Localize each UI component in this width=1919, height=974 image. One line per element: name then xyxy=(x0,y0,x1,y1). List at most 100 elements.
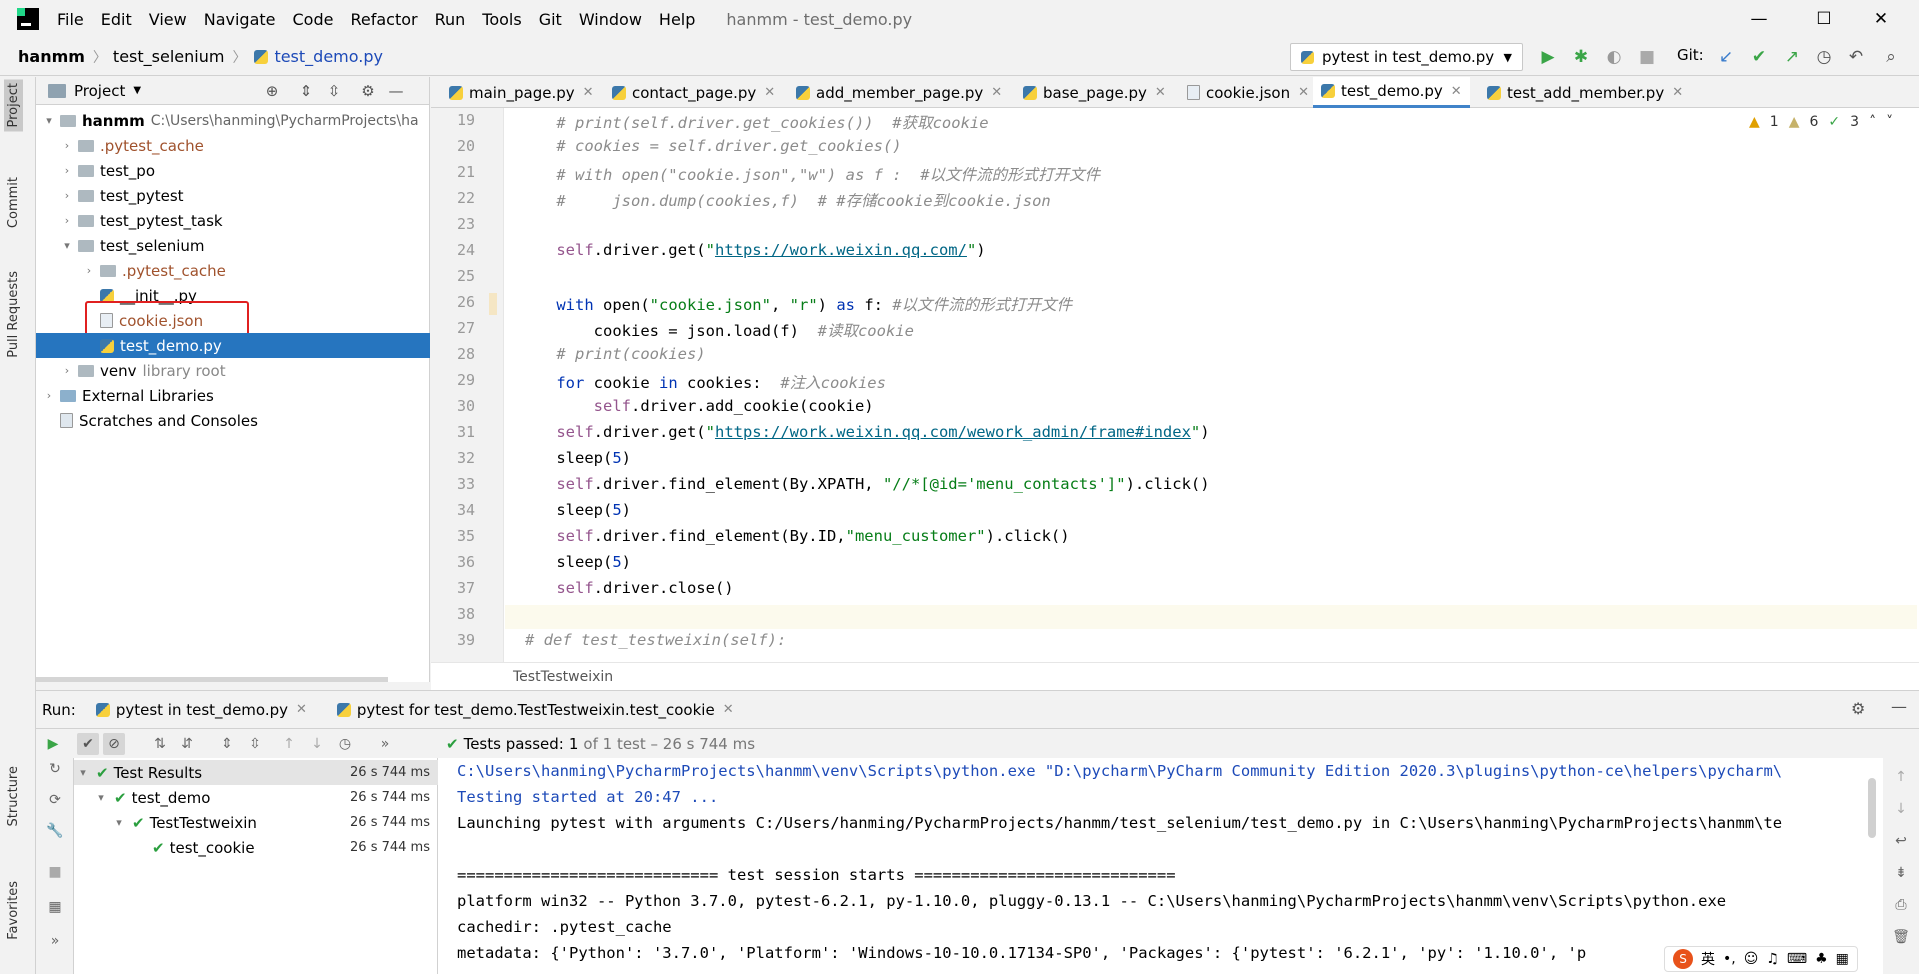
tree-item-pytest-cache[interactable]: › .pytest_cache xyxy=(36,133,430,158)
punctuation-icon[interactable]: •, xyxy=(1723,951,1736,967)
menu-help[interactable]: Help xyxy=(657,8,697,31)
menu-file[interactable]: File xyxy=(55,8,86,31)
rerun-failed-icon[interactable]: ↻ xyxy=(44,758,66,780)
console-output[interactable]: C:\Users\hanming\PycharmProjects\hanmm\v… xyxy=(438,758,1883,974)
print-icon[interactable]: ⎙ xyxy=(1890,894,1912,916)
settings-gear-icon[interactable]: ⚙ xyxy=(358,81,378,101)
tab-test-add-member[interactable]: test_add_member.py ✕ xyxy=(1479,77,1691,108)
locate-file-icon[interactable]: ⊕ xyxy=(262,81,282,101)
git-update-icon[interactable]: ↙ xyxy=(1715,46,1737,68)
tab-test-demo[interactable]: test_demo.py ✕ xyxy=(1313,77,1470,108)
show-ignored-icon[interactable]: ⊘ xyxy=(103,733,125,755)
keyboard-icon[interactable]: ⌨ xyxy=(1787,951,1807,967)
code-line[interactable]: for cookie in cookies: #注入cookies xyxy=(519,371,886,393)
code-line[interactable]: with open("cookie.json", "r") as f: #以文件… xyxy=(519,293,1072,315)
code-line[interactable]: self.driver.add_cookie(cookie) xyxy=(519,397,874,415)
tree-item-pytest-cache-nested[interactable]: › .pytest_cache xyxy=(36,258,430,283)
code-line[interactable]: # cookies = self.driver.get_cookies() xyxy=(519,137,901,155)
close-tab-icon[interactable]: ✕ xyxy=(583,85,594,100)
more-actions-icon[interactable]: » xyxy=(44,930,66,952)
code-line[interactable]: # def test_testweixin(self): xyxy=(525,631,786,649)
tree-item-external-libraries[interactable]: › External Libraries xyxy=(36,383,430,408)
run-tab-pytest-in-test-demo[interactable]: pytest in test_demo.py ✕ xyxy=(95,701,307,719)
code-breadcrumb-class[interactable]: TestTestweixin xyxy=(513,669,613,685)
skin-icon[interactable]: ♣ xyxy=(1815,951,1828,967)
git-rollback-icon[interactable]: ↶ xyxy=(1845,46,1867,68)
collapse-all-icon[interactable]: ⇳ xyxy=(324,81,344,101)
tab-add-member-page[interactable]: add_member_page.py ✕ xyxy=(788,77,1010,108)
collapsed-arrow-icon[interactable]: › xyxy=(60,364,74,377)
run-tab-pytest-for-test-cookie[interactable]: pytest for test_demo.TestTestweixin.test… xyxy=(336,701,734,719)
stop-icon[interactable]: ■ xyxy=(44,861,66,883)
tab-main-page[interactable]: main_page.py ✕ xyxy=(441,77,602,108)
search-everywhere-icon[interactable]: ⌕ xyxy=(1880,46,1902,68)
git-commit-icon[interactable]: ✔ xyxy=(1748,46,1770,68)
breadcrumb-file[interactable]: test_demo.py xyxy=(274,47,383,66)
code-line[interactable]: # print(cookies) xyxy=(519,345,705,363)
collapsed-arrow-icon[interactable]: › xyxy=(60,214,74,227)
collapsed-arrow-icon[interactable]: › xyxy=(42,389,56,402)
tree-item-scratches[interactable]: Scratches and Consoles xyxy=(36,408,430,433)
menu-view[interactable]: View xyxy=(147,8,189,31)
breadcrumb-folder[interactable]: test_selenium xyxy=(113,47,225,66)
inspection-widget[interactable]: ▲ 1 ▲ 6 ✓ 3 ˄ ˅ xyxy=(1749,114,1893,130)
code-line[interactable]: sleep(5) xyxy=(519,501,631,519)
code-line[interactable]: sleep(5) xyxy=(519,449,631,467)
git-history-icon[interactable]: ◷ xyxy=(1813,46,1835,68)
close-tab-icon[interactable]: ✕ xyxy=(296,702,307,717)
tool-tab-pull-requests[interactable]: Pull Requests xyxy=(4,267,23,362)
collapse-all-icon[interactable]: ⇳ xyxy=(244,733,266,755)
code-area[interactable]: # print(self.driver.get_cookies()) #获取co… xyxy=(505,108,1885,662)
menu-navigate[interactable]: Navigate xyxy=(202,8,278,31)
microphone-icon[interactable]: ♫ xyxy=(1766,951,1779,967)
code-line[interactable]: self.driver.find_element(By.XPATH, "//*[… xyxy=(519,475,1209,493)
tree-item-test-selenium[interactable]: ▾ test_selenium xyxy=(36,233,430,258)
result-row-test-demo[interactable]: ▾ ✔ test_demo 26 s 744 ms xyxy=(74,785,438,810)
close-tab-icon[interactable]: ✕ xyxy=(991,85,1002,100)
more-actions-icon[interactable]: » xyxy=(374,733,396,755)
tab-base-page[interactable]: base_page.py ✕ xyxy=(1015,77,1174,108)
ime-language-label[interactable]: 英 xyxy=(1701,949,1715,969)
result-row-test-results[interactable]: ▾ ✔ Test Results 26 s 744 ms xyxy=(74,760,438,785)
expanded-arrow-icon[interactable]: ▾ xyxy=(94,791,108,804)
clear-all-icon[interactable]: 🗑 xyxy=(1890,926,1912,948)
expanded-arrow-icon[interactable]: ▾ xyxy=(60,239,74,252)
soft-wrap-icon[interactable]: ↩ xyxy=(1890,830,1912,852)
collapsed-arrow-icon[interactable]: › xyxy=(60,139,74,152)
close-tab-icon[interactable]: ✕ xyxy=(1155,85,1166,100)
console-scrollbar[interactable] xyxy=(1868,778,1876,838)
expanded-arrow-icon[interactable]: ▾ xyxy=(76,766,90,779)
menu-refactor[interactable]: Refactor xyxy=(348,8,419,31)
rerun-icon[interactable]: ▶ xyxy=(42,733,64,755)
coverage-icon[interactable]: ◐ xyxy=(1603,46,1625,68)
close-tab-icon[interactable]: ✕ xyxy=(764,85,775,100)
code-line[interactable]: sleep(5) xyxy=(519,553,631,571)
breadcrumb-project[interactable]: hanmm xyxy=(18,47,85,66)
tool-tab-commit[interactable]: Commit xyxy=(4,173,23,232)
expanded-arrow-icon[interactable]: ▾ xyxy=(112,816,126,829)
wrench-icon[interactable]: 🔧 xyxy=(44,820,66,842)
expanded-arrow-icon[interactable]: ▾ xyxy=(42,114,56,127)
run-icon[interactable]: ▶ xyxy=(1537,46,1559,68)
tree-item-venv[interactable]: › venv library root xyxy=(36,358,430,383)
menu-run[interactable]: Run xyxy=(433,8,468,31)
tree-item-test-demo-py[interactable]: test_demo.py xyxy=(36,333,430,358)
tree-item-test-po[interactable]: › test_po xyxy=(36,158,430,183)
layout-icon[interactable]: ▦ xyxy=(44,896,66,918)
stop-icon[interactable]: ■ xyxy=(1636,46,1658,68)
settings-gear-icon[interactable]: ⚙ xyxy=(1851,699,1865,718)
collapsed-arrow-icon[interactable]: › xyxy=(60,189,74,202)
code-line[interactable]: # print(self.driver.get_cookies()) #获取co… xyxy=(519,111,988,133)
close-tab-icon[interactable]: ✕ xyxy=(1298,85,1309,100)
hide-panel-icon[interactable]: — xyxy=(386,81,406,101)
menu-git[interactable]: Git xyxy=(537,8,564,31)
next-test-icon[interactable]: ↓ xyxy=(306,733,328,755)
expand-all-icon[interactable]: ⇕ xyxy=(296,81,316,101)
close-tab-icon[interactable]: ✕ xyxy=(1451,84,1462,99)
result-row-test-cookie[interactable]: ✔ test_cookie 26 s 744 ms xyxy=(74,835,438,860)
tree-item-hanmm[interactable]: ▾ hanmm C:\Users\hanming\PycharmProjects… xyxy=(36,108,430,133)
menu-tools[interactable]: Tools xyxy=(480,8,523,31)
code-line[interactable]: cookies = json.load(f) #读取cookie xyxy=(519,319,914,341)
code-line[interactable]: self.driver.close() xyxy=(519,579,733,597)
sort-duration-icon[interactable]: ⇵ xyxy=(176,733,198,755)
